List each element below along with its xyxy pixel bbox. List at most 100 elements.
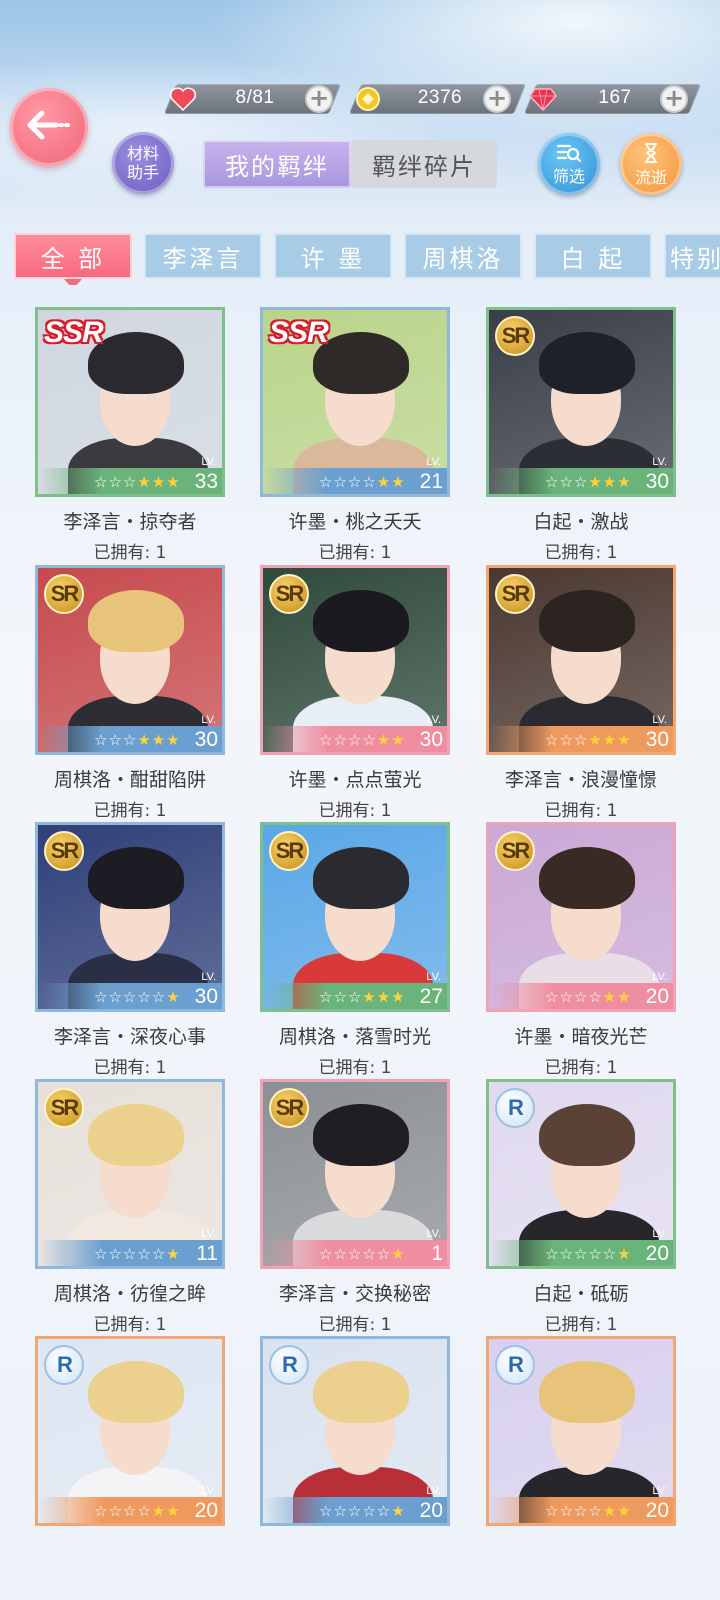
bond-card[interactable]: SR ☆☆☆☆★★ LV. 30 许墨・点点萤光 已拥有: 1: [260, 565, 450, 821]
category-tabs: 全 部 李泽言 许 墨 周棋洛 白 起 特别: [0, 233, 720, 285]
card-portrait: SR ☆☆☆☆☆★ LV. 11: [35, 1079, 225, 1269]
category-tab-xu-mo[interactable]: 许 墨: [274, 233, 392, 279]
tab-bond-fragments[interactable]: 羁绊碎片: [351, 140, 497, 188]
bond-card[interactable]: SR ☆☆☆★★★ LV. 30 白起・激战 已拥有: 1: [486, 307, 676, 563]
card-level: 11: [196, 1242, 218, 1265]
level-bar: ☆☆☆☆★★ LV. 21: [263, 456, 447, 494]
star-rating: ☆☆☆☆☆★: [94, 988, 181, 1006]
card-title: 周棋洛・彷徨之眸: [53, 1283, 206, 1305]
category-tab-zhou-qiluo[interactable]: 周棋洛: [404, 233, 522, 279]
tab-my-bonds[interactable]: 我的羁绊: [203, 140, 351, 188]
card-portrait: R ☆☆☆☆★★ LV. 20: [486, 1336, 676, 1526]
star-rating: ☆☆☆★★★: [545, 731, 632, 749]
rarity-badge-sr: SR: [269, 831, 309, 871]
card-portrait: R ☆☆☆☆☆★ LV. 20: [260, 1336, 450, 1526]
rarity-badge-ssr: SSR: [44, 316, 104, 349]
star-rating: ☆☆☆☆★★: [319, 473, 406, 491]
card-level: 27: [419, 985, 443, 1008]
card-level: 20: [194, 1499, 218, 1522]
level-tag: LV.: [201, 714, 216, 726]
level-bar: ☆☆☆★★★ LV. 33: [38, 456, 222, 494]
time-flow-button[interactable]: 流逝: [620, 133, 682, 195]
level-tag: LV.: [426, 714, 441, 726]
card-title: 李泽言・浪漫憧憬: [504, 769, 657, 791]
category-tab-special[interactable]: 特别: [664, 233, 720, 279]
rarity-badge-sr: SR: [269, 574, 309, 614]
card-portrait: SSR ☆☆☆☆★★ LV. 21: [260, 307, 450, 497]
rarity-badge-r: R: [495, 1088, 535, 1128]
level-tag: LV.: [201, 1485, 216, 1497]
rarity-badge-sr: SR: [44, 1088, 84, 1128]
star-rating: ☆☆☆★★★: [319, 988, 406, 1006]
bond-card[interactable]: SR ☆☆☆★★★ LV. 30 周棋洛・酣甜陷阱 已拥有: 1: [35, 565, 225, 821]
add-stamina-button[interactable]: +: [305, 85, 333, 113]
card-title: 白起・砥砺: [533, 1283, 629, 1305]
back-button[interactable]: [10, 88, 88, 166]
level-bar: ☆☆☆★★★ LV. 27: [263, 971, 447, 1009]
card-portrait: SR ☆☆☆☆★★ LV. 20: [486, 822, 676, 1012]
rarity-badge-sr: SR: [495, 574, 535, 614]
bond-card[interactable]: SR ☆☆☆☆☆★ LV. 11 周棋洛・彷徨之眸 已拥有: 1: [35, 1079, 225, 1335]
card-level: 21: [419, 470, 443, 493]
add-coins-button[interactable]: +: [483, 85, 511, 113]
card-portrait: SR ☆☆☆★★★ LV. 30: [35, 565, 225, 755]
owned-count: 已拥有: 1: [544, 801, 618, 821]
category-tab-all[interactable]: 全 部: [14, 233, 132, 285]
bond-card[interactable]: R ☆☆☆☆★★ LV. 20: [35, 1336, 225, 1592]
card-title: 李泽言・掠夺者: [63, 511, 197, 533]
diamond-value: 167: [598, 87, 632, 108]
card-title: 许墨・桃之夭夭: [288, 511, 422, 533]
star-rating: ☆☆☆☆☆★: [545, 1245, 632, 1263]
star-rating: ☆☆☆☆☆★: [319, 1245, 406, 1263]
star-rating: ☆☆☆☆☆★: [94, 1245, 181, 1263]
card-level: 20: [645, 985, 669, 1008]
level-tag: LV.: [201, 1228, 216, 1240]
level-bar: ☆☆☆☆★★ LV. 20: [38, 1485, 222, 1523]
level-tag: LV.: [652, 1485, 667, 1497]
card-level: 30: [194, 728, 218, 751]
card-portrait: SR ☆☆☆★★★ LV. 30: [486, 565, 676, 755]
stamina-value: 8/81: [235, 87, 275, 108]
card-portrait: SR ☆☆☆☆★★ LV. 30: [260, 565, 450, 755]
owned-count: 已拥有: 1: [544, 1058, 618, 1078]
bond-card[interactable]: R ☆☆☆☆☆★ LV. 20 白起・砥砺 已拥有: 1: [486, 1079, 676, 1335]
star-rating: ☆☆☆★★★: [545, 473, 632, 491]
card-level: 20: [645, 1499, 669, 1522]
card-title: 许墨・暗夜光芒: [514, 1026, 648, 1048]
bond-card[interactable]: SR ☆☆☆★★★ LV. 30 李泽言・浪漫憧憬 已拥有: 1: [486, 565, 676, 821]
owned-count: 已拥有: 1: [93, 801, 167, 821]
bond-card[interactable]: SSR ☆☆☆★★★ LV. 33 李泽言・掠夺者 已拥有: 1: [35, 307, 225, 563]
bond-card[interactable]: SR ☆☆☆☆☆★ LV. 1 李泽言・交换秘密 已拥有: 1: [260, 1079, 450, 1335]
star-rating: ☆☆☆☆★★: [545, 1502, 632, 1520]
card-level: 33: [194, 470, 218, 493]
card-title: 李泽言・深夜心事: [53, 1026, 206, 1048]
level-tag: LV.: [426, 1485, 441, 1497]
level-tag: LV.: [426, 971, 441, 983]
level-bar: ☆☆☆☆☆★ LV. 20: [263, 1485, 447, 1523]
coin-value: 2376: [417, 87, 463, 108]
materials-helper-button[interactable]: 材料 助手: [112, 132, 174, 194]
bond-card[interactable]: SR ☆☆☆★★★ LV. 27 周棋洛・落雪时光 已拥有: 1: [260, 822, 450, 1078]
card-portrait: SR ☆☆☆☆☆★ LV. 1: [260, 1079, 450, 1269]
star-rating: ☆☆☆☆★★: [545, 988, 632, 1006]
bond-card[interactable]: SR ☆☆☆☆★★ LV. 20 许墨・暗夜光芒 已拥有: 1: [486, 822, 676, 1078]
category-tab-li-zeyan[interactable]: 李泽言: [144, 233, 262, 279]
bond-card[interactable]: SR ☆☆☆☆☆★ LV. 30 李泽言・深夜心事 已拥有: 1: [35, 822, 225, 1078]
filter-button[interactable]: 筛选: [538, 133, 600, 195]
card-level: 30: [419, 728, 443, 751]
bond-card[interactable]: R ☆☆☆☆★★ LV. 20: [486, 1336, 676, 1592]
category-tab-bai-qi[interactable]: 白 起: [534, 233, 652, 279]
bond-card[interactable]: R ☆☆☆☆☆★ LV. 20: [260, 1336, 450, 1592]
card-level: 30: [194, 985, 218, 1008]
add-diamonds-button[interactable]: +: [660, 85, 688, 113]
level-bar: ☆☆☆☆★★ LV. 20: [489, 1485, 673, 1523]
rarity-badge-r: R: [495, 1345, 535, 1385]
star-rating: ☆☆☆★★★: [94, 473, 181, 491]
card-title: 周棋洛・落雪时光: [278, 1026, 431, 1048]
time-label: 流逝: [634, 167, 667, 187]
bond-card[interactable]: SSR ☆☆☆☆★★ LV. 21 许墨・桃之夭夭 已拥有: 1: [260, 307, 450, 563]
owned-count: 已拥有: 1: [318, 1058, 392, 1078]
filter-icon: [556, 143, 582, 167]
star-rating: ☆☆☆☆☆★: [319, 1502, 406, 1520]
card-level: 20: [419, 1499, 443, 1522]
